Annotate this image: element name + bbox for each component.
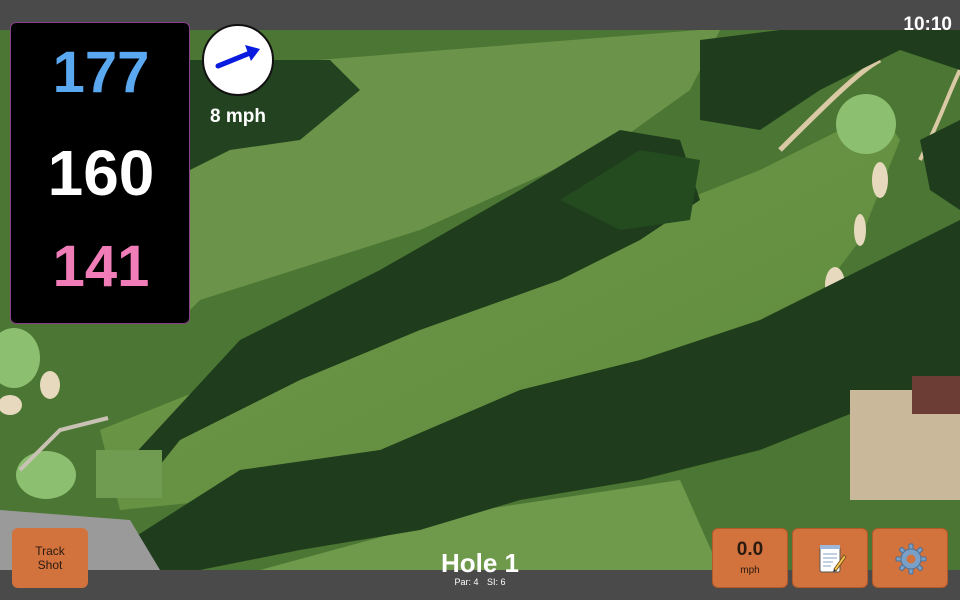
wind-arrow-icon	[215, 45, 260, 69]
distance-back-of-green: 177	[52, 40, 150, 105]
track-shot-button[interactable]: Track Shot	[12, 528, 88, 588]
distance-front-of-green: 141	[52, 234, 150, 299]
hole-par: Par: 4	[454, 577, 479, 587]
notes-button[interactable]	[792, 528, 868, 588]
distance-middle-of-green: 160	[47, 137, 155, 209]
speed-unit: mph	[740, 565, 760, 576]
hole-title: Hole 1	[440, 548, 520, 578]
speed-value: 0.0	[736, 539, 764, 560]
distance-panel: 177 160 141	[10, 22, 190, 324]
track-shot-label-line1: Track	[35, 544, 65, 558]
track-shot-label-line2: Shot	[37, 558, 63, 572]
status-time: 10:10	[903, 14, 952, 35]
wind-speed: 8 mph	[210, 106, 266, 127]
gear-icon	[895, 543, 927, 575]
hole-stroke-index: SI: 6	[487, 577, 506, 587]
hole-info: Par: 4 SI: 6	[380, 577, 580, 587]
notepad-icon	[819, 545, 847, 573]
wind-direction-dial	[202, 24, 274, 96]
speed-button[interactable]: 0.0 mph	[712, 528, 788, 588]
settings-button[interactable]	[872, 528, 948, 588]
